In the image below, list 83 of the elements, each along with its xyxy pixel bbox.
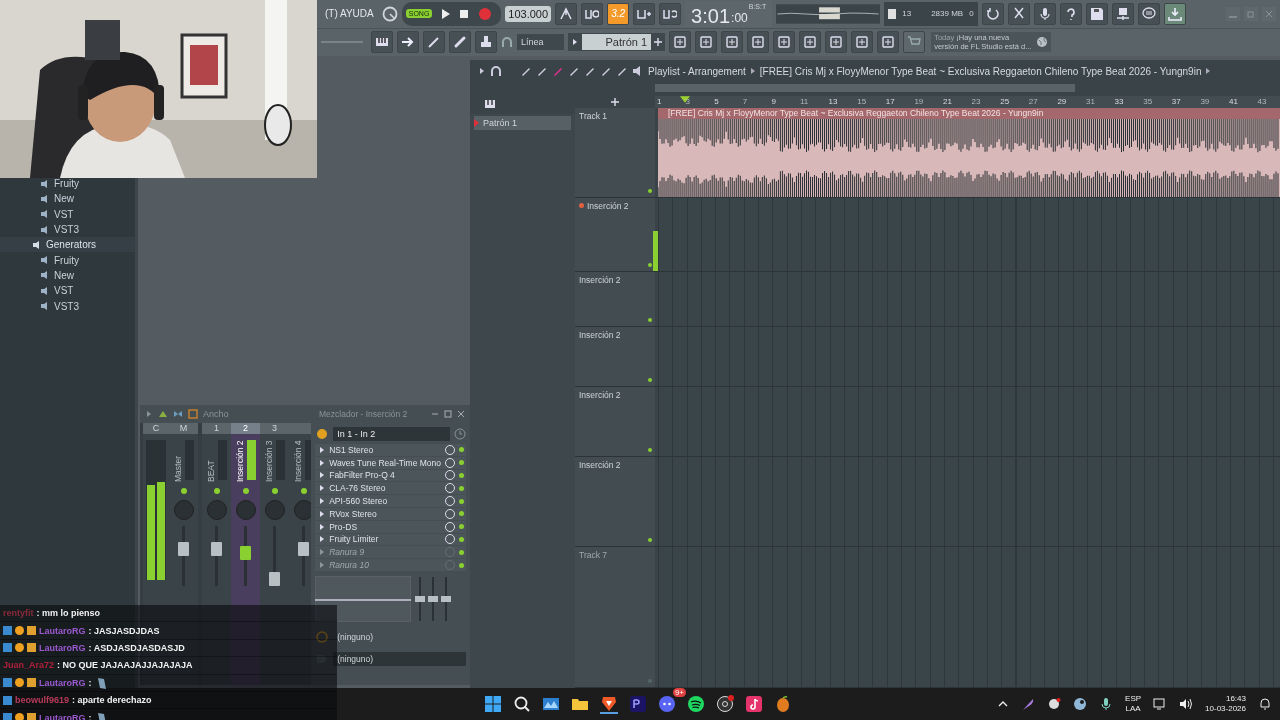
chat-username: LautaroRG xyxy=(39,677,86,688)
bar-number: 27 xyxy=(1028,96,1038,107)
language-indicator[interactable]: ESP LAA xyxy=(1125,694,1142,714)
bar-number: 3 xyxy=(685,96,691,107)
browser-item[interactable]: VST3 xyxy=(0,221,135,238)
chat-text: : JASJASDJDAS xyxy=(88,625,160,636)
bar-number: 23 xyxy=(971,96,981,107)
pattern-selector[interactable]: Patrón 1 xyxy=(567,33,666,52)
bar-number: 29 xyxy=(1057,96,1067,107)
song-time: 3:01 xyxy=(691,4,731,27)
browser-item[interactable]: Fruity xyxy=(0,252,135,268)
stereo-width-label: Ancho xyxy=(203,409,229,419)
bar-number: 15 xyxy=(857,96,867,107)
channel-header[interactable]: C xyxy=(143,423,169,434)
chat-username: rentyfit xyxy=(3,608,34,619)
bar-number: 33 xyxy=(1114,96,1124,107)
bar-number: 19 xyxy=(914,96,924,107)
bar-number: 41 xyxy=(1229,96,1238,107)
browser-folder[interactable]: Generators xyxy=(0,237,135,253)
browser-item[interactable]: VST3 xyxy=(0,298,135,314)
browser-item[interactable]: VST xyxy=(0,206,135,222)
output-dropdown[interactable]: (ninguno) xyxy=(333,652,466,667)
chat-username: LautaroRG xyxy=(39,625,86,636)
notification-badge: 9+ xyxy=(672,688,686,697)
track-name[interactable]: Inserción 2 xyxy=(579,390,621,401)
output-dropdown[interactable]: (ninguno) xyxy=(333,630,466,645)
polyphony-value: 0 xyxy=(969,9,974,19)
clock[interactable]: 16:43 10-03-2026 xyxy=(1205,694,1246,714)
channel-name: BEAT xyxy=(206,459,216,482)
bar-number: 13 xyxy=(828,96,838,107)
snap-dropdown[interactable]: Línea xyxy=(517,34,564,51)
bar-number: 1 xyxy=(657,96,662,107)
playlist-title: Playlist - Arrangement xyxy=(648,65,746,77)
song-time-ticks: :00 xyxy=(731,9,748,27)
chat-text: : mm lo pienso xyxy=(36,608,101,619)
bar-number: 7 xyxy=(742,96,748,107)
bar-number: 21 xyxy=(943,96,952,107)
track-name[interactable]: Inserción 2 xyxy=(579,460,621,471)
bar-number: 9 xyxy=(771,96,776,107)
track-name[interactable]: Inserción 2 xyxy=(579,275,621,286)
track-name[interactable]: Track 1 xyxy=(579,110,608,121)
chat-username: LautaroRG xyxy=(39,712,86,720)
song-title: [FREE] Cris Mj x FloyyMenor Type Beat ~ Exclusiva Reggaeton Chileno Type Beat 2026 - Yungn9in xyxy=(759,65,1202,77)
pattern-name: Patrón 1 xyxy=(581,34,652,51)
channel-name: Inserción 4 xyxy=(293,440,303,482)
chat-text: : xyxy=(88,677,92,688)
channel-name: Master xyxy=(173,455,183,482)
chat-text: : ASDJASDJASDASJD xyxy=(88,642,185,653)
bar-number: 43 xyxy=(1257,96,1267,107)
channel-header[interactable]: 1 xyxy=(202,423,231,434)
bar-number: 25 xyxy=(1000,96,1010,107)
bar-number: 17 xyxy=(885,96,895,107)
track-name[interactable]: Inserción 2 xyxy=(587,200,629,211)
bar-number: 31 xyxy=(1086,96,1095,107)
channel-header[interactable]: 2 xyxy=(231,423,260,434)
channel-name: Inserción 3 xyxy=(264,440,274,482)
tempo-field[interactable]: 103.000 xyxy=(505,5,552,22)
browser-item[interactable]: Fruity xyxy=(0,176,135,192)
bar-number: 39 xyxy=(1200,96,1210,107)
pattern-item[interactable]: Patrón 1 xyxy=(474,116,571,130)
bar-number: 35 xyxy=(1143,96,1153,107)
browser-item[interactable]: VST xyxy=(0,283,135,299)
input-dropdown[interactable]: In 1 - In 2 xyxy=(333,427,450,441)
track-name[interactable]: Inserción 2 xyxy=(579,330,621,341)
audio-clip[interactable]: [FREE] Cris Mj x FloyyMenor Type Beat ~ Exclusiva Reggaeton Chileno Type Beat 2026 - Yungn9in xyxy=(658,107,1280,197)
browser-item[interactable]: New xyxy=(0,267,135,284)
chat-text: : xyxy=(88,712,92,720)
chat-username: LautaroRG xyxy=(39,642,86,653)
chat-username: beowulf9619 xyxy=(15,695,70,706)
help-menu[interactable]: (T) AYUDA xyxy=(321,8,378,20)
chat-text: : NO QUE JAJAAJAJJAJAJAJA xyxy=(57,660,193,671)
channel-header[interactable]: M xyxy=(169,423,198,434)
chat-username: Juan_Ara72 xyxy=(3,660,55,671)
bar-number: 37 xyxy=(1171,96,1181,107)
cpu-value: 13 xyxy=(902,9,912,19)
bar-number: 5 xyxy=(714,96,719,107)
browser-item[interactable]: New xyxy=(0,191,135,207)
mixer-title: Mezclador - Inserción 2 xyxy=(319,409,409,419)
bar-number: 11 xyxy=(800,96,809,107)
memory-value: 2839 MB xyxy=(931,9,964,19)
chat-text: : aparte derechazo xyxy=(72,695,152,706)
channel-header[interactable]: 3 xyxy=(260,423,289,434)
channel-name: Inserción 2 xyxy=(235,440,245,482)
